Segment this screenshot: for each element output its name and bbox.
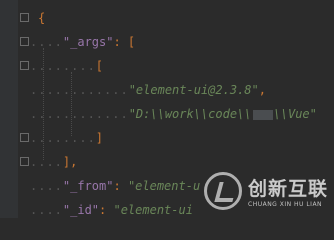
code-token: "_args"	[62, 35, 114, 49]
indent-dots: ............	[30, 83, 129, 97]
code-line[interactable]: ...."_from": "element-u	[30, 174, 200, 198]
indent-dots: ....	[30, 155, 63, 169]
code-token: ,	[258, 83, 266, 97]
redacted-text	[252, 109, 273, 120]
watermark-name-en: CHUANG XIN HU LIAN	[248, 201, 323, 208]
indent-dots: ........	[30, 131, 96, 145]
code-line[interactable]: ............"element-ui@2.3.8",	[30, 78, 266, 102]
code-token: {	[38, 11, 46, 25]
code-token: "element-u	[127, 179, 201, 193]
fold-marker-icon[interactable]	[20, 37, 29, 46]
code-token: ],	[62, 155, 78, 169]
code-line[interactable]: ............"D:\\work\\code\\ \\Vue"	[30, 102, 317, 126]
code-line[interactable]: {	[38, 6, 45, 30]
code-token: : [	[113, 35, 136, 49]
code-line[interactable]: ........]	[30, 126, 103, 150]
code-token: [	[95, 59, 104, 73]
fold-marker-icon[interactable]	[20, 13, 29, 22]
code-line[interactable]: ...."_id": "element-ui	[30, 198, 193, 222]
indent-dots: ........	[30, 59, 96, 73]
code-token: :	[99, 203, 114, 217]
code-token: "_id"	[62, 203, 100, 217]
code-line[interactable]: ....],	[30, 150, 77, 174]
code-line[interactable]: ...."_args": [	[30, 30, 135, 54]
fold-marker-icon[interactable]	[20, 133, 29, 142]
indent-dots: ....	[30, 179, 63, 193]
indent-dots: ............	[30, 107, 129, 121]
code-token: \\Vue"	[273, 107, 317, 121]
code-token: ]	[95, 131, 104, 145]
code-token: "element-ui@2.3.8"	[128, 83, 259, 97]
editor-gutter	[0, 0, 18, 218]
brand-logo-icon	[204, 172, 242, 210]
code-token: "element-ui	[113, 203, 193, 217]
code-line[interactable]: ........[	[30, 54, 103, 78]
fold-marker-icon[interactable]	[20, 61, 29, 70]
code-token: "D:\\work\\code\\	[128, 107, 252, 121]
code-token: "_from"	[62, 179, 114, 193]
watermark-name-cn: 创新互联	[248, 178, 329, 200]
indent-dots: ....	[30, 35, 63, 49]
code-token: :	[113, 179, 128, 193]
watermark: 创新互联 CHUANG XIN HU LIAN	[194, 164, 334, 218]
indent-dots: ....	[30, 203, 63, 217]
fold-marker-icon[interactable]	[20, 157, 29, 166]
